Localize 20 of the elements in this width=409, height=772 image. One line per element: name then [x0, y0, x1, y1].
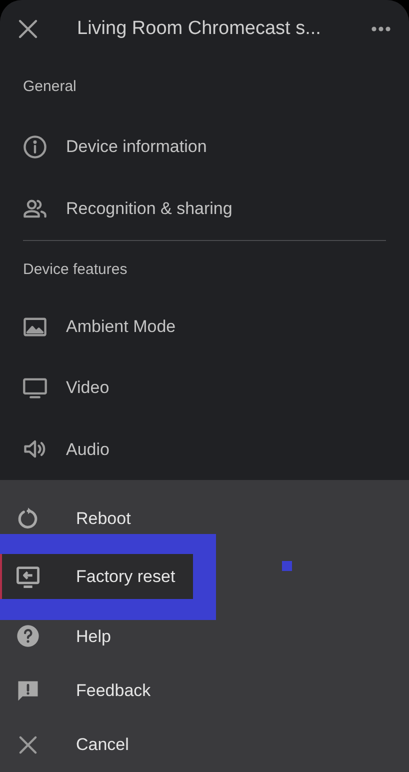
- info-icon: [22, 134, 48, 160]
- menu-item[interactable]: Video: [66, 375, 110, 401]
- sheet-item[interactable]: Reboot: [0, 503, 131, 536]
- menu-item[interactable]: Recognition & sharing: [66, 196, 232, 222]
- help-icon: [15, 623, 41, 650]
- menu-item[interactable]: Audio: [66, 436, 110, 462]
- menu-item[interactable]: Ambient Mode: [66, 314, 176, 340]
- section-heading: Device features: [22, 260, 128, 280]
- sheet-item[interactable]: Feedback: [0, 674, 151, 707]
- window-title: Living Room Chromecast s...: [77, 16, 321, 41]
- sheet-item[interactable]: Factory reset: [0, 554, 193, 600]
- more-icon: [371, 26, 391, 32]
- section-heading: General: [22, 77, 78, 97]
- menu-item[interactable]: Device information: [66, 134, 207, 160]
- close-button[interactable]: [17, 18, 39, 40]
- sheet-item[interactable]: Cancel: [0, 728, 129, 761]
- annotation-marker: [282, 561, 292, 571]
- monitor-arrow-icon: [15, 564, 41, 590]
- close-icon: [18, 19, 38, 39]
- sheet-item[interactable]: Help: [0, 620, 111, 652]
